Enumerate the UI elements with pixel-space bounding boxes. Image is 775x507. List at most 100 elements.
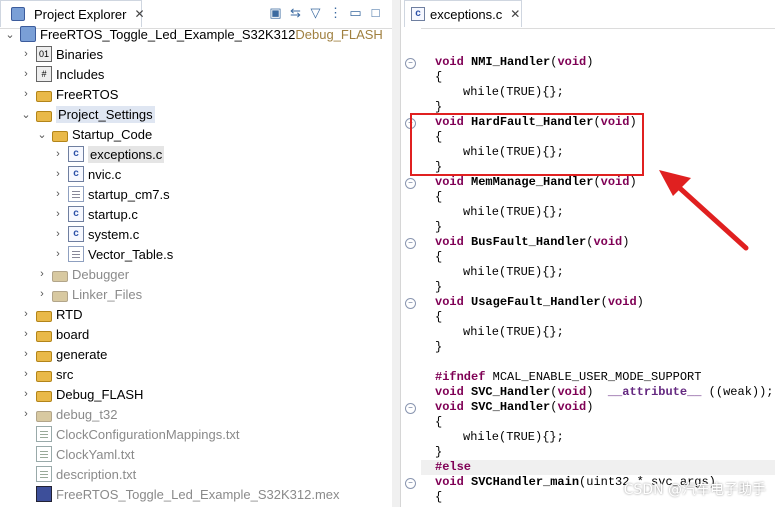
code-line: void SVC_Handler(void): [435, 400, 594, 414]
annotation-arrow-icon: [659, 170, 749, 251]
tree-label: Vector_Table.s: [88, 246, 174, 262]
tree-label: Linker_Files: [72, 286, 143, 302]
tree-label: FreeRTOS: [56, 86, 119, 102]
tree-label: startup_cm7.s: [88, 186, 170, 202]
folder-icon: [36, 330, 52, 342]
folder-icon: [36, 90, 52, 102]
tree-label: Project_Settings: [56, 105, 155, 123]
tree-label: system.c: [88, 226, 140, 242]
txt-file-icon: [36, 466, 52, 482]
folder-icon: [52, 290, 68, 302]
folder-icon: [36, 310, 52, 322]
highlight-box: [410, 113, 644, 176]
watermark: CSDN @汽车电子助手: [623, 482, 766, 498]
tree-item-system-c[interactable]: › c system.c: [52, 224, 139, 244]
folder-icon: [36, 370, 52, 382]
tree-item-nvic-c[interactable]: › c nvic.c: [52, 164, 121, 184]
fold-icon[interactable]: −: [405, 58, 416, 69]
tree-item-board[interactable]: › board: [20, 324, 89, 344]
code-line: {: [435, 70, 443, 84]
code-line: while(TRUE){};: [463, 325, 564, 339]
maximize-icon[interactable]: □: [367, 4, 384, 21]
tree-item-description[interactable]: description.txt: [20, 464, 136, 484]
tree-item-project-settings[interactable]: ⌄ Project_Settings: [20, 104, 155, 124]
fold-icon[interactable]: −: [405, 298, 416, 309]
tree-item-startup-cm7-s[interactable]: › startup_cm7.s: [52, 184, 170, 204]
tree-label: Includes: [56, 66, 105, 82]
code-area[interactable]: − void NMI_Handler(void) { while(TRUE){}…: [405, 28, 775, 507]
tree-item-startup-c[interactable]: › c startup.c: [52, 204, 138, 224]
fold-icon[interactable]: −: [405, 238, 416, 249]
c-file-icon: c: [411, 7, 425, 21]
link-with-editor-icon[interactable]: ⇆: [287, 4, 304, 21]
folder-icon: [36, 350, 52, 362]
includes-icon: #: [36, 66, 52, 82]
mex-file-icon: [36, 486, 52, 502]
code-line: void MemManage_Handler(void): [435, 175, 637, 189]
tree-item-binaries[interactable]: › 01 Binaries: [20, 44, 103, 64]
code-line: #ifndef MCAL_ENABLE_USER_MODE_SUPPORT: [435, 370, 702, 384]
tree-item-generate[interactable]: › generate: [20, 344, 107, 364]
folder-icon: [36, 110, 52, 122]
fold-icon[interactable]: −: [405, 178, 416, 189]
tree-label: ClockYaml.txt: [56, 446, 135, 462]
tree-item-clock-yaml[interactable]: ClockYaml.txt: [20, 444, 135, 464]
code-line: void NMI_Handler(void): [435, 55, 594, 69]
folder-icon: [52, 130, 68, 142]
tree-item-linker-files[interactable]: › Linker_Files: [36, 284, 142, 304]
code-line: }: [435, 445, 443, 459]
tab-label: exceptions.c: [430, 6, 503, 22]
code-line: while(TRUE){};: [463, 265, 564, 279]
project-name: FreeRTOS_Toggle_Led_Example_S32K312: [40, 26, 296, 42]
close-icon[interactable]: ✕: [134, 7, 144, 21]
tree-label: exceptions.c: [88, 145, 165, 163]
tree-item-mex-file[interactable]: FreeRTOS_Toggle_Led_Example_S32K312.mex: [20, 484, 340, 504]
tree-project-root[interactable]: ⌄ FreeRTOS_Toggle_Led_Example_S32K312 De…: [4, 24, 383, 44]
pane-splitter[interactable]: [392, 0, 400, 507]
code-line: {: [435, 415, 443, 429]
code-line: while(TRUE){};: [463, 85, 564, 99]
binaries-icon: 01: [36, 46, 52, 62]
tree-label: ClockConfigurationMappings.txt: [56, 426, 240, 442]
tree-label: board: [56, 326, 90, 342]
code-line: }: [435, 220, 443, 234]
tab-project-explorer[interactable]: Project Explorer ✕: [0, 0, 145, 27]
code-line: {: [435, 250, 443, 264]
tree-item-includes[interactable]: › # Includes: [20, 64, 104, 84]
tab-label: Project Explorer: [34, 6, 127, 22]
txt-file-icon: [36, 446, 52, 462]
code-line: {: [435, 490, 443, 504]
tree-item-src[interactable]: › src: [20, 364, 73, 384]
tree-item-rtd[interactable]: › RTD: [20, 304, 82, 324]
project-explorer-pane: Project Explorer ✕ ▣ ⇆ ▽ ⋮ ▭ □ ⌄ FreeRTO…: [0, 0, 392, 507]
tree-label: debug_t32: [56, 406, 118, 422]
tree-item-debug-flash[interactable]: › Debug_FLASH: [20, 384, 143, 404]
tree-label: src: [56, 366, 74, 382]
tree-item-clock-configuration-mappings[interactable]: ClockConfigurationMappings.txt: [20, 424, 240, 444]
close-icon[interactable]: ✕: [510, 7, 520, 21]
fold-icon[interactable]: −: [405, 403, 416, 414]
view-menu-icon[interactable]: ⋮: [327, 4, 344, 21]
tree-item-exceptions-c[interactable]: › c exceptions.c: [52, 144, 165, 164]
tree-label: description.txt: [56, 466, 137, 482]
fold-icon[interactable]: −: [405, 478, 416, 489]
explorer-toolbar: ▣ ⇆ ▽ ⋮ ▭ □: [267, 4, 384, 21]
s-file-icon: [68, 186, 84, 202]
collapse-all-icon[interactable]: ▣: [267, 4, 284, 21]
code-line: #else: [421, 460, 775, 475]
tree-label: generate: [56, 346, 108, 362]
filter-icon[interactable]: ▽: [307, 4, 324, 21]
tab-exceptions-c[interactable]: c exceptions.c ✕: [404, 0, 522, 27]
tree-item-startup-code[interactable]: ⌄ Startup_Code: [36, 124, 152, 144]
minimize-icon[interactable]: ▭: [347, 4, 364, 21]
tree-label: Startup_Code: [72, 126, 153, 142]
folder-icon: [52, 270, 68, 282]
code-line: while(TRUE){};: [463, 430, 564, 444]
tree-item-vector-table-s[interactable]: › Vector_Table.s: [52, 244, 173, 264]
tree-item-debug-t32[interactable]: › debug_t32: [20, 404, 117, 424]
tree-item-freertos[interactable]: › FreeRTOS: [20, 84, 118, 104]
c-file-icon: c: [68, 226, 84, 242]
c-file-icon: c: [68, 206, 84, 222]
tree-item-debugger[interactable]: › Debugger: [36, 264, 129, 284]
project-icon: [20, 26, 36, 42]
